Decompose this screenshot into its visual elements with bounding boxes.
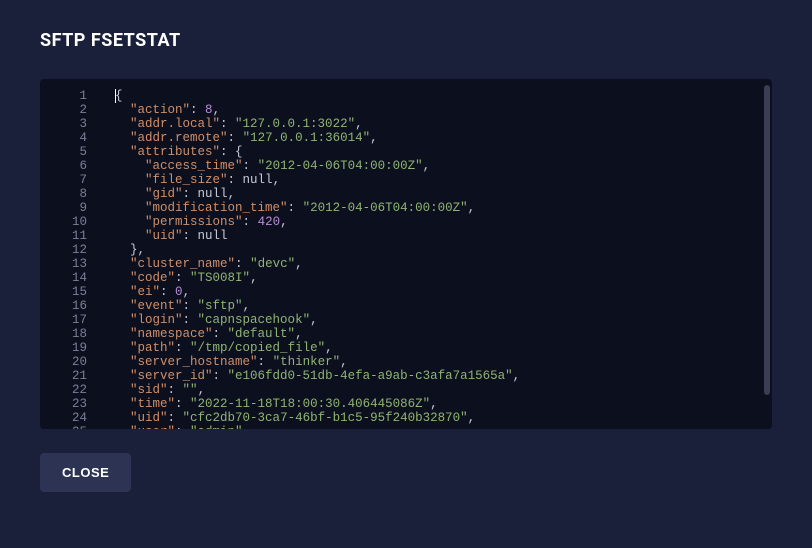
dialog-title: SFTP FSETSTAT xyxy=(40,30,772,51)
close-button[interactable]: CLOSE xyxy=(40,453,131,492)
scrollbar-thumb[interactable] xyxy=(764,85,770,395)
json-content[interactable]: { "action": 8, "addr.local": "127.0.0.1:… xyxy=(95,79,772,429)
json-viewer[interactable]: 1234567891011121314151617181920212223242… xyxy=(40,79,772,429)
line-numbers: 1234567891011121314151617181920212223242… xyxy=(40,79,95,429)
